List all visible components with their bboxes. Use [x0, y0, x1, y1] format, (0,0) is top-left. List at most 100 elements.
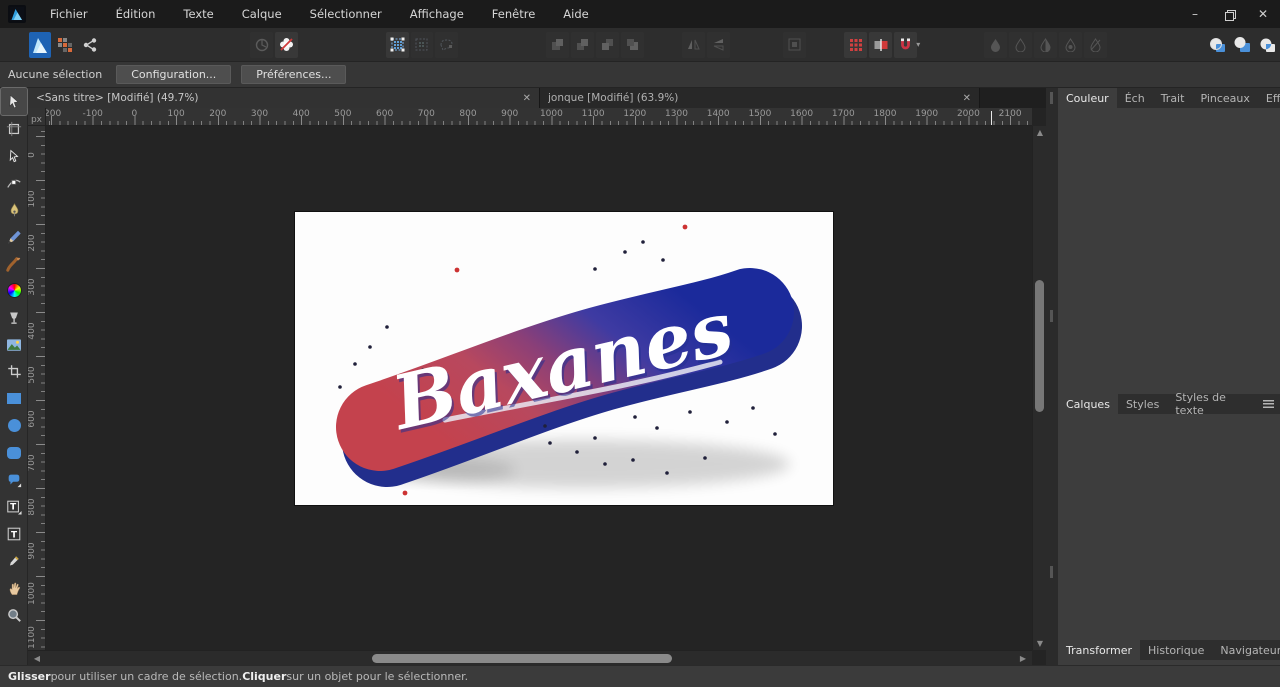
insert-behind-button[interactable]: [783, 32, 806, 58]
move-forward-button[interactable]: [571, 32, 594, 58]
lasso-icon: [438, 36, 455, 53]
scroll-up-arrow[interactable]: ▲: [1033, 128, 1047, 137]
scroll-left-arrow[interactable]: ◀: [30, 654, 44, 663]
artistic-text-tool[interactable]: T: [1, 493, 27, 520]
menu-affichage[interactable]: Affichage: [396, 0, 478, 28]
fill-mode-button-5[interactable]: [1084, 32, 1107, 58]
guides-manager-button[interactable]: [869, 32, 892, 58]
title-bar: FichierÉditionTexteCalqueSélectionnerAff…: [0, 0, 1280, 28]
scroll-down-arrow[interactable]: ▼: [1033, 639, 1047, 648]
horizontal-ruler: -200-10001002003004005006007008009001000…: [46, 108, 1032, 126]
export-persona-button[interactable]: [78, 32, 101, 58]
tab-close-icon[interactable]: ✕: [513, 93, 531, 104]
menu-fichier[interactable]: Fichier: [36, 0, 102, 28]
selection-status-label: Aucune sélection: [0, 68, 116, 81]
fill-mode-button-4[interactable]: [1059, 32, 1082, 58]
hruler-label: 200: [209, 109, 226, 119]
ellipse-tool[interactable]: [1, 412, 27, 439]
node-tool[interactable]: [1, 142, 27, 169]
vruler-label: 300: [28, 277, 37, 297]
fill-mode-button-2[interactable]: [1009, 32, 1032, 58]
close-button[interactable]: ✕: [1246, 0, 1280, 28]
vertical-scrollbar[interactable]: ▲ ▼: [1032, 126, 1046, 650]
tab-close-icon[interactable]: ✕: [953, 93, 971, 104]
hruler-label: 400: [293, 109, 310, 119]
boolean-subtract-button[interactable]: [1231, 32, 1254, 58]
snapping-button[interactable]: [275, 32, 298, 58]
menu-texte[interactable]: Texte: [169, 0, 227, 28]
toggle-snapping-button[interactable]: [894, 32, 917, 58]
transform-tab-navigateur[interactable]: Navigateur: [1212, 640, 1280, 660]
snapping-caret-icon[interactable]: ▾: [916, 40, 920, 49]
menu-fenetre[interactable]: Fenêtre: [478, 0, 549, 28]
color-tab-pinceaux[interactable]: Pinceaux: [1192, 88, 1257, 108]
restore-button[interactable]: [1212, 0, 1246, 28]
document-tab-jonque[interactable]: jonque [Modifié] (63.9%)✕: [540, 88, 980, 108]
marquee-touch-select-button[interactable]: [411, 32, 434, 58]
flip-vertical-button[interactable]: [707, 32, 730, 58]
designer-persona-button[interactable]: [29, 32, 52, 58]
layers-panel-menu-icon[interactable]: [1263, 400, 1274, 408]
layers-tab-styles-de-texte[interactable]: Styles de texte: [1167, 394, 1263, 414]
rectangle-tool[interactable]: [1, 385, 27, 412]
baxanes-artwork: Baxanes Baxanes: [295, 212, 833, 505]
vertical-scroll-thumb[interactable]: [1035, 280, 1044, 412]
artboard-tool[interactable]: [1, 115, 27, 142]
color-tab-effets[interactable]: Effets: [1258, 88, 1280, 108]
view-tool[interactable]: [1, 574, 27, 601]
rotate-canvas-button[interactable]: [250, 32, 273, 58]
forward-icon: [575, 37, 590, 52]
fill-mode-button-3[interactable]: [1034, 32, 1057, 58]
move-to-back-button[interactable]: [621, 32, 644, 58]
color-picker-tool[interactable]: [1, 547, 27, 574]
fill-mode-button-1[interactable]: [984, 32, 1007, 58]
move-tool[interactable]: [1, 88, 27, 115]
fill-tool[interactable]: [1, 277, 27, 304]
color-tab-ech[interactable]: Éch: [1117, 88, 1153, 108]
menu-calque[interactable]: Calque: [228, 0, 296, 28]
horizontal-scrollbar[interactable]: ◀ ▶: [28, 650, 1032, 665]
transform-tab-transformer[interactable]: Transformer: [1058, 640, 1140, 660]
minimize-button[interactable]: –: [1178, 0, 1212, 28]
lasso-select-button[interactable]: [435, 32, 458, 58]
boolean-add-button[interactable]: [1206, 32, 1229, 58]
pixel-persona-button[interactable]: [53, 32, 76, 58]
rounded-rectangle-tool[interactable]: [1, 439, 27, 466]
pen-tool[interactable]: [1, 196, 27, 223]
color-tab-trait[interactable]: Trait: [1153, 88, 1193, 108]
move-to-front-button[interactable]: [546, 32, 569, 58]
transform-tab-historique[interactable]: Historique: [1140, 640, 1212, 660]
configuration-button[interactable]: Configuration...: [116, 65, 231, 84]
custom-shape-tool[interactable]: [1, 466, 27, 493]
scroll-right-arrow[interactable]: ▶: [1016, 654, 1030, 663]
flip-h-icon: [686, 37, 701, 52]
layers-tab-styles[interactable]: Styles: [1118, 394, 1167, 414]
layers-tab-calques[interactable]: Calques: [1058, 394, 1118, 414]
boolean-intersect-button[interactable]: [1256, 32, 1279, 58]
menu-edition[interactable]: Édition: [102, 0, 170, 28]
menu-selectionner[interactable]: Sélectionner: [296, 0, 396, 28]
horizontal-scroll-thumb[interactable]: [372, 654, 672, 663]
transparency-tool[interactable]: [1, 304, 27, 331]
flip-horizontal-button[interactable]: [682, 32, 705, 58]
marquee-drag-select-button[interactable]: [386, 32, 409, 58]
vector-brush-tool[interactable]: [1, 250, 27, 277]
zoom-tool[interactable]: [1, 601, 27, 628]
artboard[interactable]: Baxanes Baxanes: [295, 212, 833, 505]
show-grid-button[interactable]: [844, 32, 867, 58]
canvas-viewport[interactable]: Baxanes Baxanes: [46, 126, 1032, 650]
document-tab-sans[interactable]: <Sans titre> [Modifié] (49.7%)✕: [28, 88, 540, 108]
ruler-unit-label: px: [31, 115, 42, 125]
vector-crop-tool[interactable]: [1, 358, 27, 385]
preferences-button[interactable]: Préférences...: [241, 65, 346, 84]
restore-icon: [1225, 10, 1234, 19]
grid-icon: [848, 37, 864, 53]
place-image-tool[interactable]: [1, 331, 27, 358]
point-transform-tool[interactable]: [1, 169, 27, 196]
menu-aide[interactable]: Aide: [549, 0, 602, 28]
color-tab-couleur[interactable]: Couleur: [1058, 88, 1117, 108]
pencil-tool[interactable]: [1, 223, 27, 250]
frame-text-tool[interactable]: T: [1, 520, 27, 547]
ruler-unit-corner[interactable]: px: [28, 108, 46, 126]
move-backward-button[interactable]: [596, 32, 619, 58]
